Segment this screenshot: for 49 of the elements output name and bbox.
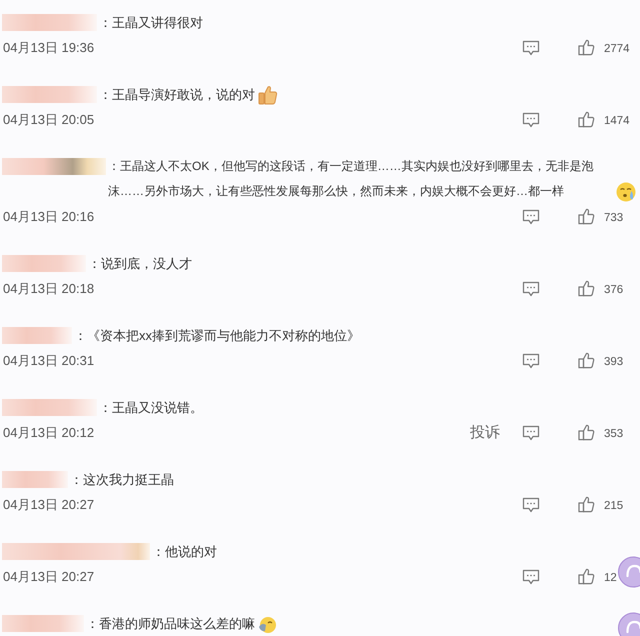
like-icon[interactable] — [578, 39, 595, 56]
comment-date: 04月13日 20:31 — [2, 352, 94, 370]
like-icon[interactable] — [578, 280, 595, 297]
like-icon[interactable] — [578, 352, 595, 369]
crying-face-emoji-icon — [616, 182, 636, 202]
comment-text: ：香港的师奶品味这么差的嘛 — [86, 615, 255, 633]
like-count: 12 — [604, 572, 617, 584]
comment-date: 04月13日 20:27 — [2, 568, 94, 586]
username-blur — [2, 471, 68, 488]
round-float-button[interactable] — [618, 556, 640, 588]
like-icon[interactable] — [578, 568, 595, 585]
comment-text: ：这次我力挺王晶 — [70, 471, 174, 489]
comment-text: ：他说的对 — [152, 543, 217, 561]
like-count: 376 — [604, 284, 624, 296]
comment-date: 04月13日 20:12 — [2, 424, 94, 442]
like-count: 353 — [604, 428, 624, 440]
comment-text: ：王晶又没说错。 — [99, 399, 203, 417]
comment-date: 04月13日 20:27 — [2, 496, 94, 514]
comment-text: ：《资本把xx捧到荒谬而与他能力不对称的地位》 — [74, 327, 360, 345]
comment-date: 04月13日 20:18 — [2, 280, 94, 298]
comment-text: ：王晶这人不太OK，但他写的这段话，有一定道理……其实内娱也没好到哪里去，无非是泡沫……另外市场大，让有些恶性发展每那么快，然而未来，内娱大概不会更好…都一样 — [108, 158, 594, 200]
face-emoji-icon — [258, 616, 276, 634]
thumbs-up-emoji-icon — [258, 85, 278, 105]
comment-icon[interactable] — [522, 424, 540, 440]
like-icon[interactable] — [578, 424, 595, 441]
like-icon[interactable] — [578, 208, 595, 225]
like-icon[interactable] — [578, 496, 595, 513]
like-count: 733 — [604, 212, 624, 224]
comment-icon[interactable] — [522, 496, 540, 512]
like-icon[interactable] — [578, 111, 595, 128]
report-link[interactable]: 投诉 — [470, 423, 500, 442]
comment-date: 04月13日 19:36 — [2, 38, 94, 56]
like-count: 215 — [604, 500, 624, 512]
comment-text: ：王晶又讲得很对 — [99, 14, 203, 32]
comment-icon[interactable] — [522, 112, 540, 128]
like-count: 393 — [604, 356, 624, 368]
comment-date: 04月13日 20:16 — [2, 208, 94, 226]
username-blur — [2, 327, 72, 344]
comment-text: ：说到底，没人才 — [88, 255, 192, 273]
comment-icon[interactable] — [522, 208, 540, 224]
comment-icon[interactable] — [522, 568, 540, 584]
comment-date: 04月13日 20:05 — [2, 110, 94, 128]
comment-icon[interactable] — [522, 40, 540, 56]
comment-text: ：王晶导演好敢说，说的对 — [99, 86, 255, 104]
comment-icon[interactable] — [522, 352, 540, 368]
comment-icon[interactable] — [522, 280, 540, 296]
round-float-button[interactable] — [618, 612, 640, 636]
like-count: 1474 — [604, 115, 630, 127]
like-count: 2774 — [604, 43, 630, 55]
